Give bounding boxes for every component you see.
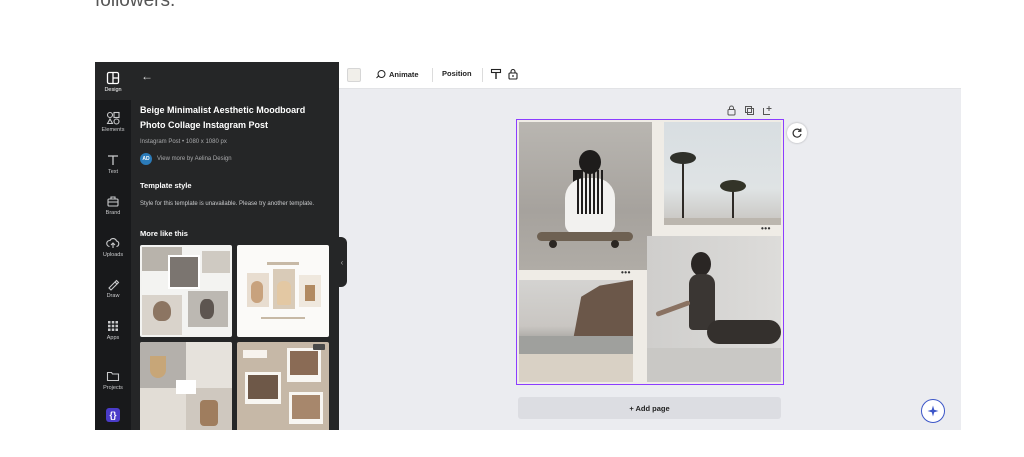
design-icon <box>106 71 120 85</box>
uploads-icon <box>106 237 120 248</box>
intro-text: followers. <box>95 0 176 11</box>
rail-label: Projects <box>103 385 123 391</box>
animate-icon <box>376 70 386 79</box>
add-page-icon[interactable] <box>762 105 773 116</box>
rail-label: Brand <box>105 210 121 216</box>
rail-item-apps[interactable]: Apps <box>95 319 131 341</box>
template-thumbnail[interactable] <box>237 245 329 337</box>
rail-item-text[interactable]: Text <box>95 153 131 175</box>
rail-item-elements[interactable]: Elements <box>95 111 131 133</box>
photo-beach-cliff[interactable] <box>519 280 633 382</box>
draw-icon <box>108 279 120 291</box>
photo-options-dots[interactable]: ••• <box>761 224 771 233</box>
design-canvas[interactable]: ••• ••• <box>516 119 784 385</box>
author-avatar: AD <box>140 153 152 165</box>
text-icon <box>108 155 118 165</box>
duplicate-page-icon[interactable] <box>744 105 755 116</box>
template-style-description: Style for this template is unavailable. … <box>140 201 315 207</box>
add-page-button[interactable]: + Add page <box>518 397 781 419</box>
design-panel: ← Beige Minimalist Aesthetic Moodboard P… <box>131 62 339 430</box>
template-style-heading: Template style <box>140 181 192 190</box>
paint-roller-icon[interactable] <box>490 68 502 80</box>
position-label: Position <box>442 69 472 78</box>
rail-item-brand[interactable]: Brand <box>95 194 131 216</box>
rail-label: Apps <box>106 335 120 341</box>
author-link-text: View more by Aelina Design <box>157 156 232 162</box>
refresh-icon <box>792 128 802 138</box>
projects-icon <box>106 371 120 382</box>
photo-options-dots[interactable]: ••• <box>621 268 631 277</box>
rail-label: Elements <box>101 127 125 133</box>
lock-page-icon[interactable] <box>726 105 737 116</box>
app-icon: {} <box>106 408 120 422</box>
rail-item-uploads[interactable]: Uploads <box>95 236 131 258</box>
rail-item-draw[interactable]: Draw <box>95 277 131 299</box>
toolbar-divider <box>432 68 433 82</box>
lock-icon[interactable] <box>507 68 519 80</box>
back-arrow-icon[interactable]: ← <box>141 69 153 83</box>
side-rail: Design Elements Text Brand Uploads Draw … <box>95 62 131 430</box>
rail-label: Design <box>104 87 122 93</box>
apps-icon <box>108 321 118 331</box>
photo-woman-seated[interactable] <box>647 236 781 382</box>
rail-label: Uploads <box>102 252 124 258</box>
sparkle-icon <box>927 405 939 417</box>
collapse-panel-handle[interactable]: ‹ <box>337 237 347 287</box>
photo-woman-skateboard[interactable] <box>519 122 652 270</box>
photo-palm-trees[interactable] <box>664 122 781 225</box>
rail-label: Draw <box>106 293 120 299</box>
template-thumbnail[interactable] <box>140 245 232 337</box>
template-meta: Instagram Post • 1080 x 1080 px <box>140 139 227 145</box>
rail-item-design[interactable]: Design <box>95 62 131 100</box>
regenerate-button[interactable] <box>787 123 807 143</box>
rail-item-projects[interactable]: Projects <box>95 369 131 391</box>
editor-window: Design Elements Text Brand Uploads Draw … <box>95 62 961 430</box>
editor-toolbar: Animate Position <box>339 62 961 89</box>
background-color-swatch[interactable] <box>347 68 361 82</box>
brand-icon <box>107 196 119 207</box>
rail-item-app[interactable]: {} <box>95 408 131 422</box>
author-link[interactable]: AD View more by Aelina Design <box>140 153 232 165</box>
template-title: Beige Minimalist Aesthetic Moodboard Pho… <box>140 105 306 130</box>
position-button[interactable]: Position <box>442 69 472 78</box>
page-tools <box>726 105 773 116</box>
template-thumbnail[interactable] <box>237 342 329 430</box>
toolbar-divider <box>482 68 483 82</box>
animate-button[interactable]: Animate <box>375 69 419 80</box>
rail-label: Text <box>107 169 119 175</box>
magic-assistant-button[interactable] <box>921 399 945 423</box>
template-thumbnail[interactable] <box>140 342 232 430</box>
more-like-this-heading: More like this <box>140 229 188 238</box>
elements-icon <box>106 111 120 125</box>
animate-label: Animate <box>389 70 419 79</box>
